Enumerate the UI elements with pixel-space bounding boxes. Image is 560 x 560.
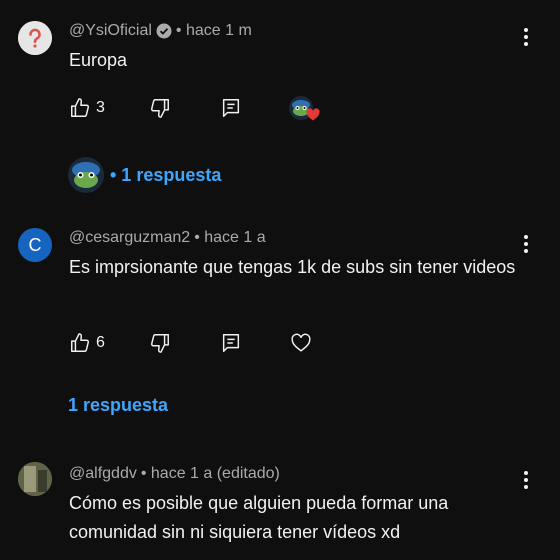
comment-text: Cómo es posible que alguien pueda formar… (69, 493, 449, 542)
dislike-button[interactable] (147, 95, 173, 121)
author-name[interactable]: @alfgddv (69, 465, 137, 483)
dislike-button[interactable] (147, 330, 173, 356)
comment-time: • hace 1 a (editado) (140, 465, 280, 482)
view-replies-button[interactable]: 1 respuesta (68, 395, 168, 416)
thumb-down-icon (150, 334, 169, 353)
avatar[interactable] (18, 462, 52, 496)
comment-time: • hace 1 a (194, 229, 266, 246)
reply-button[interactable] (218, 330, 244, 356)
thumb-down-icon (150, 99, 169, 118)
author-name[interactable]: @YsiOficial (69, 22, 152, 40)
reply-button[interactable] (218, 95, 244, 121)
like-count: 3 (96, 99, 105, 116)
replies-label: • 1 respuesta (110, 164, 222, 185)
comment-meta: @cesarguzman2 • hace 1 a (69, 229, 266, 247)
thumb-up-icon (71, 333, 90, 352)
like-count: 6 (96, 334, 105, 351)
like-button[interactable] (67, 95, 93, 121)
verified-icon (156, 23, 172, 39)
comment-icon (222, 99, 240, 117)
author-name[interactable]: @cesarguzman2 (69, 229, 190, 247)
more-options-button[interactable] (518, 232, 534, 256)
more-options-button[interactable] (518, 468, 534, 492)
avatar[interactable] (18, 21, 52, 55)
view-replies-button[interactable]: • 1 respuesta (68, 157, 221, 193)
creator-heart (289, 96, 321, 124)
avatar[interactable]: C (18, 228, 52, 262)
like-button[interactable] (67, 330, 93, 356)
question-mark-icon (18, 21, 52, 55)
comment-text: Europa (69, 50, 128, 70)
replies-label: 1 respuesta (68, 395, 169, 415)
comment-text: Es imprsionante que tengas 1k de subs si… (69, 257, 516, 277)
more-options-button[interactable] (518, 25, 534, 49)
heart-icon (306, 108, 320, 121)
heart-button[interactable] (288, 330, 314, 356)
comment-time: • hace 1 m (175, 22, 252, 39)
comment-meta: @YsiOficial • hace 1 m (69, 22, 252, 40)
photo-avatar-icon (18, 462, 52, 496)
thumb-up-icon (71, 98, 90, 117)
replier-avatar-icon (68, 157, 104, 193)
comment-icon (222, 334, 240, 352)
comment-meta: @alfgddv • hace 1 a (editado) (69, 465, 280, 483)
heart-outline-icon (291, 333, 311, 352)
